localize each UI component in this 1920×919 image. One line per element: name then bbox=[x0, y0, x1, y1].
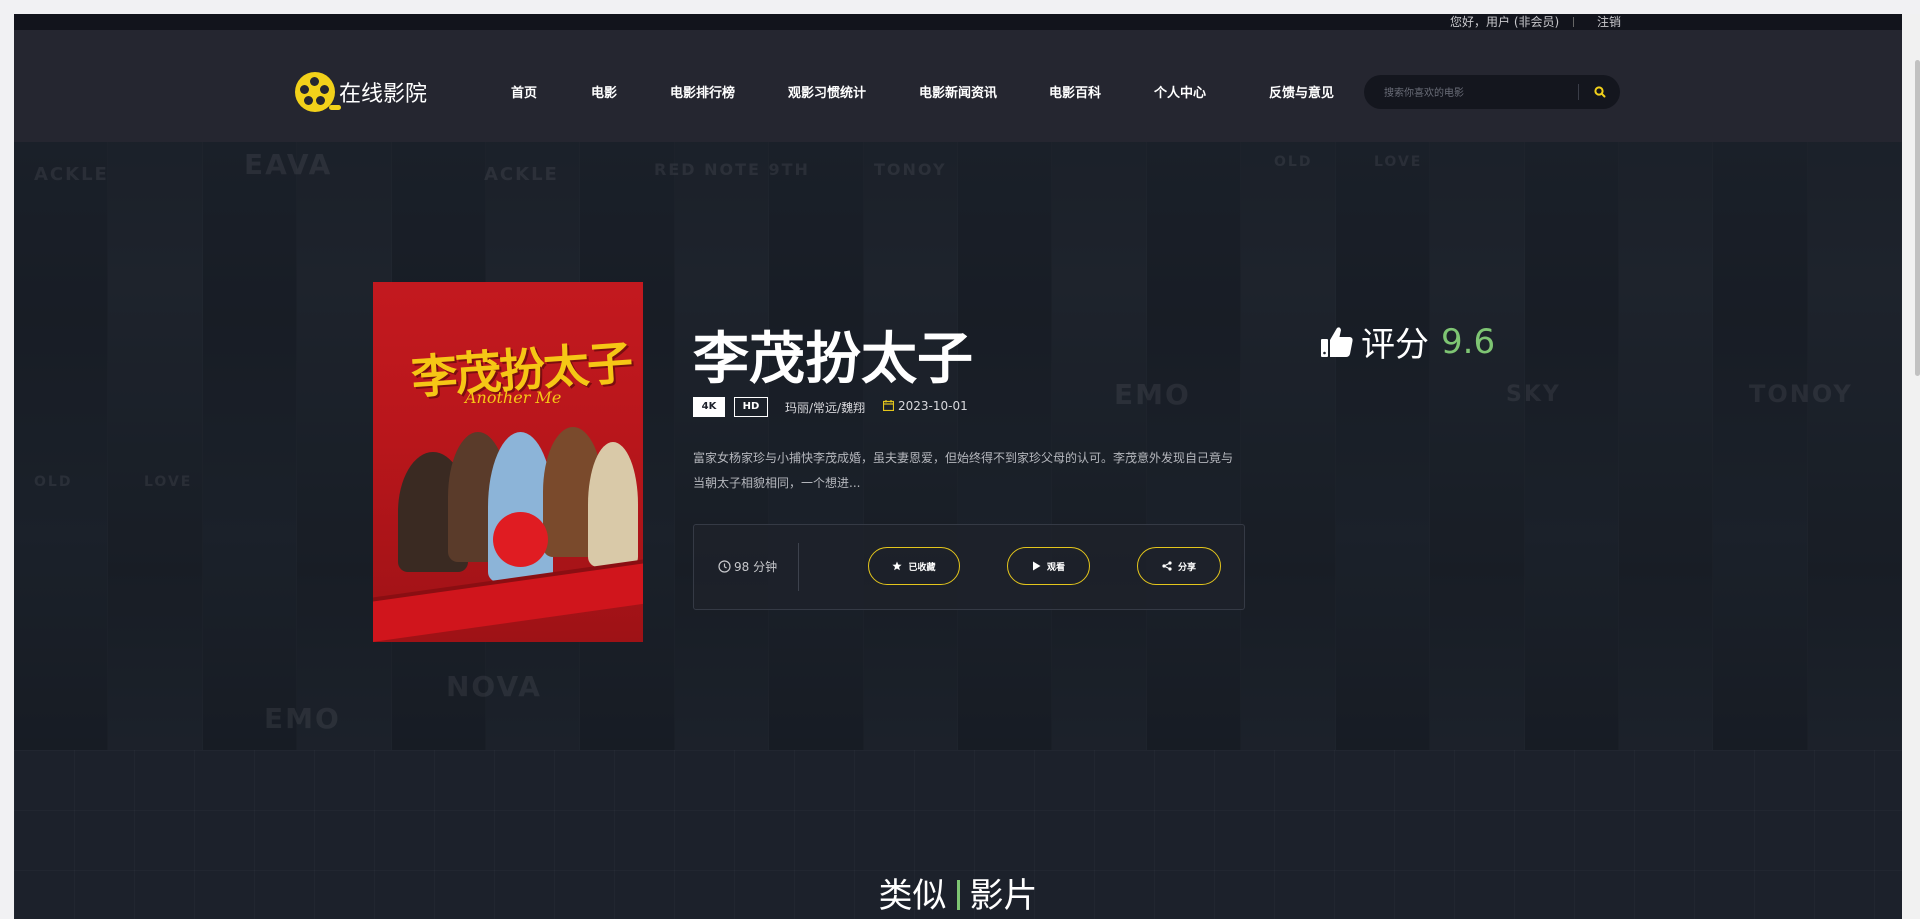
search-divider bbox=[1578, 84, 1579, 100]
rating-score: 9.6 bbox=[1441, 321, 1496, 362]
nav-feedback[interactable]: 反馈与意见 bbox=[1269, 82, 1334, 101]
movie-duration: 98 分钟 bbox=[718, 558, 777, 575]
hero-ghost-title: LOVE bbox=[144, 474, 193, 490]
site-name: 在线影院 bbox=[339, 82, 428, 107]
action-panel: 98 分钟 已收藏 观看 分享 bbox=[693, 524, 1245, 610]
similar-section-title: 类似 影片 bbox=[14, 868, 1902, 917]
favorite-button[interactable]: 已收藏 bbox=[868, 547, 960, 585]
movie-synopsis: 富家女杨家珍与小捕快李茂成婚，虽夫妻恩爱，但始终得不到家珍父母的认可。李茂意外发… bbox=[693, 451, 1234, 490]
hero-ghost-title: TONOY bbox=[1749, 380, 1853, 408]
top-divider bbox=[1573, 17, 1574, 27]
nav-profile[interactable]: 个人中心 bbox=[1154, 82, 1206, 101]
watch-button[interactable]: 观看 bbox=[1007, 547, 1090, 585]
nav-home[interactable]: 首页 bbox=[511, 82, 537, 101]
movie-poster[interactable]: 李茂扮太子 Another Me bbox=[373, 282, 643, 642]
film-reel-icon bbox=[295, 72, 341, 112]
movie-title: 李茂扮太子 bbox=[693, 327, 973, 392]
browser-viewport: ACKLE EAVA ACKLE RED NOTE 9TH TONOY OLD … bbox=[14, 14, 1902, 919]
play-icon bbox=[1032, 561, 1041, 571]
hero-ghost-title: SKY bbox=[1506, 382, 1561, 407]
similar-title-right: 影片 bbox=[969, 876, 1038, 916]
share-button[interactable]: 分享 bbox=[1137, 547, 1221, 585]
hero-ghost-title: OLD bbox=[1274, 154, 1313, 170]
star-icon bbox=[892, 561, 903, 571]
search-box bbox=[1364, 75, 1620, 109]
nav-news[interactable]: 电影新闻资讯 bbox=[919, 82, 997, 101]
share-label: 分享 bbox=[1177, 562, 1196, 573]
panel-divider bbox=[798, 543, 799, 591]
similar-title-left: 类似 bbox=[878, 876, 947, 916]
movie-rating: 评分 9.6 bbox=[1319, 317, 1495, 366]
hero-ghost-title: ACKLE bbox=[34, 164, 109, 185]
thumbs-up-icon bbox=[1321, 326, 1353, 357]
scrollbar-thumb[interactable] bbox=[1915, 60, 1920, 376]
calendar-icon bbox=[883, 400, 894, 411]
top-info-bar: 您好，用户 (非会员) 注销 bbox=[14, 14, 1902, 30]
hero-ghost-title: ACKLE bbox=[484, 164, 559, 185]
similar-movies-section: 类似 影片 bbox=[14, 750, 1902, 919]
favorite-label: 已收藏 bbox=[908, 562, 936, 573]
hero-ghost-title: EAVA bbox=[244, 148, 333, 181]
hero-ghost-title: EMO bbox=[1114, 378, 1191, 411]
logout-link[interactable]: 注销 bbox=[1597, 14, 1621, 30]
poster-subtitle: Another Me bbox=[465, 388, 562, 407]
duration-text: 98 分钟 bbox=[734, 560, 778, 574]
quality-badge-hd: HD bbox=[734, 397, 768, 417]
movie-cast: 玛丽/常远/魏翔 bbox=[785, 401, 866, 415]
hero-ghost-title: TONOY bbox=[874, 160, 947, 179]
nav-ranking[interactable]: 电影排行榜 bbox=[670, 82, 735, 101]
hero-ghost-title: LOVE bbox=[1374, 154, 1423, 170]
hero-ghost-title: OLD bbox=[34, 474, 73, 490]
title-divider bbox=[956, 880, 960, 910]
watch-label: 观看 bbox=[1046, 562, 1065, 573]
hero-ghost-title: NOVA bbox=[446, 670, 542, 703]
release-date: 2023-10-01 bbox=[898, 399, 968, 413]
search-input[interactable] bbox=[1382, 83, 1586, 103]
rating-label: 评分 bbox=[1361, 325, 1429, 365]
nav-encyclopedia[interactable]: 电影百科 bbox=[1049, 82, 1101, 101]
site-logo[interactable]: 在线影院 bbox=[295, 72, 427, 112]
search-icon bbox=[1594, 86, 1606, 98]
hero-ghost-title: EMO bbox=[264, 702, 341, 735]
nav-movies[interactable]: 电影 bbox=[591, 82, 617, 101]
quality-badge-4k: 4K bbox=[693, 397, 725, 417]
search-button[interactable] bbox=[1588, 80, 1612, 104]
share-icon bbox=[1162, 561, 1172, 571]
main-navbar: 在线影院 首页 电影 电影排行榜 观影习惯统计 电影新闻资讯 电影百科 个人中心… bbox=[14, 30, 1902, 142]
hero-ghost-title: RED NOTE 9TH bbox=[654, 160, 810, 179]
nav-viewing-stats[interactable]: 观影习惯统计 bbox=[788, 82, 866, 101]
user-greeting: 您好，用户 (非会员) bbox=[1450, 15, 1560, 29]
clock-icon bbox=[718, 560, 731, 573]
